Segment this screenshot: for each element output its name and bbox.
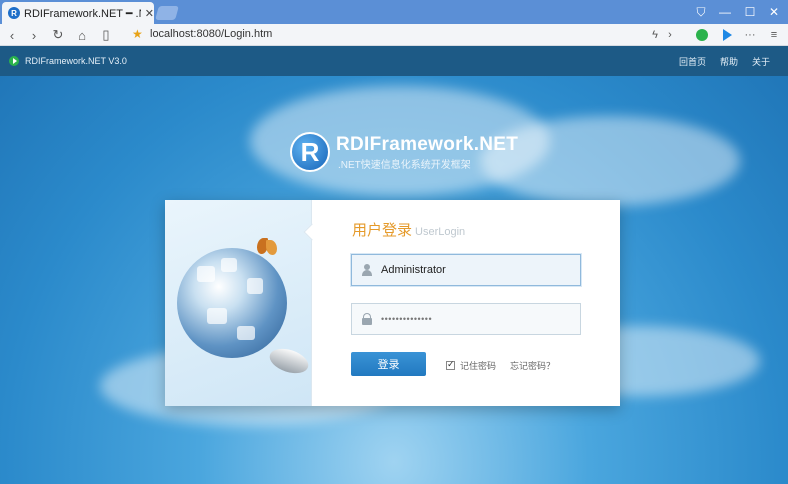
play-icon[interactable] (718, 24, 736, 46)
back-icon[interactable]: ‹ (2, 24, 22, 46)
remember-label: 记住密码 (460, 361, 497, 371)
site-favicon-icon: R (8, 7, 20, 19)
browser-tabbar: R RDIFramework.NET ━ .NET快 ✕ ⛉ — ☐ ✕ (0, 0, 788, 24)
close-window-button[interactable]: ✕ (760, 0, 788, 24)
user-icon (361, 264, 373, 276)
login-card: 用户登录UserLogin 登录 记住密码 忘记密码？ (165, 200, 620, 406)
brand-slogan: .NET快速信息化系统开发框架 (338, 159, 471, 171)
more-icon[interactable]: ··· (741, 24, 759, 46)
remember-password[interactable]: 记住密码 (446, 359, 496, 372)
login-subtitle: UserLogin (415, 226, 466, 238)
password-field[interactable] (351, 303, 581, 335)
menu-icon[interactable]: ≡ (765, 24, 783, 46)
butterfly-icon (257, 238, 277, 260)
forgot-password-link[interactable]: 忘记密码？ (510, 359, 555, 372)
puzzle-globe-icon (177, 248, 287, 358)
home-link[interactable]: 回首页 (679, 55, 706, 68)
password-input[interactable] (381, 314, 571, 324)
brand-logo: R RDIFramework.NET .NET快速信息化系统开发框架 (290, 132, 518, 172)
address-toolbar: ‹ › ↻ ⌂ ▯ ★ localhost:8080/Login.htm ϟ ›… (0, 24, 788, 46)
chevron-right-icon[interactable]: › (661, 24, 679, 46)
forward-icon[interactable]: › (24, 24, 44, 46)
login-illustration (165, 200, 312, 406)
tab-close-icon[interactable]: ✕ (145, 7, 154, 20)
home-icon[interactable]: ⌂ (72, 24, 92, 46)
wechat-icon[interactable] (693, 24, 711, 46)
computer-mouse-icon (266, 344, 312, 378)
reader-icon[interactable]: ▯ (96, 24, 116, 46)
about-link[interactable]: 关于 (752, 55, 770, 68)
login-title: 用户登录 UserLogin (352, 219, 465, 240)
brand-name: RDIFramework.NET (336, 133, 519, 155)
url-field[interactable]: localhost:8080/Login.htm (150, 28, 272, 40)
refresh-icon[interactable]: ↻ (48, 24, 68, 46)
login-page: RDIFramework.NET V3.0 回首页 帮助 关于 R RDIFra… (0, 46, 788, 484)
app-header: RDIFramework.NET V3.0 回首页 帮助 关于 (0, 46, 788, 76)
tab-title: RDIFramework.NET ━ .NET快 (24, 8, 141, 20)
remember-checkbox[interactable] (446, 359, 455, 370)
app-name: RDIFramework.NET V3.0 (25, 56, 127, 66)
new-tab-button[interactable] (155, 6, 179, 20)
brand-r-icon: R (290, 132, 330, 172)
app-play-icon (9, 56, 19, 66)
lock-icon (361, 313, 373, 325)
username-field[interactable] (351, 254, 581, 286)
header-links: 回首页 帮助 关于 (679, 46, 770, 76)
star-icon[interactable]: ★ (132, 27, 143, 41)
login-button[interactable]: 登录 (351, 352, 426, 376)
help-link[interactable]: 帮助 (720, 55, 738, 68)
login-title-text: 用户登录 (352, 222, 413, 239)
minimize-button[interactable]: — (711, 0, 739, 24)
background-cloud (480, 116, 740, 206)
username-input[interactable] (381, 264, 571, 276)
browser-tab[interactable]: R RDIFramework.NET ━ .NET快 ✕ (2, 2, 154, 24)
